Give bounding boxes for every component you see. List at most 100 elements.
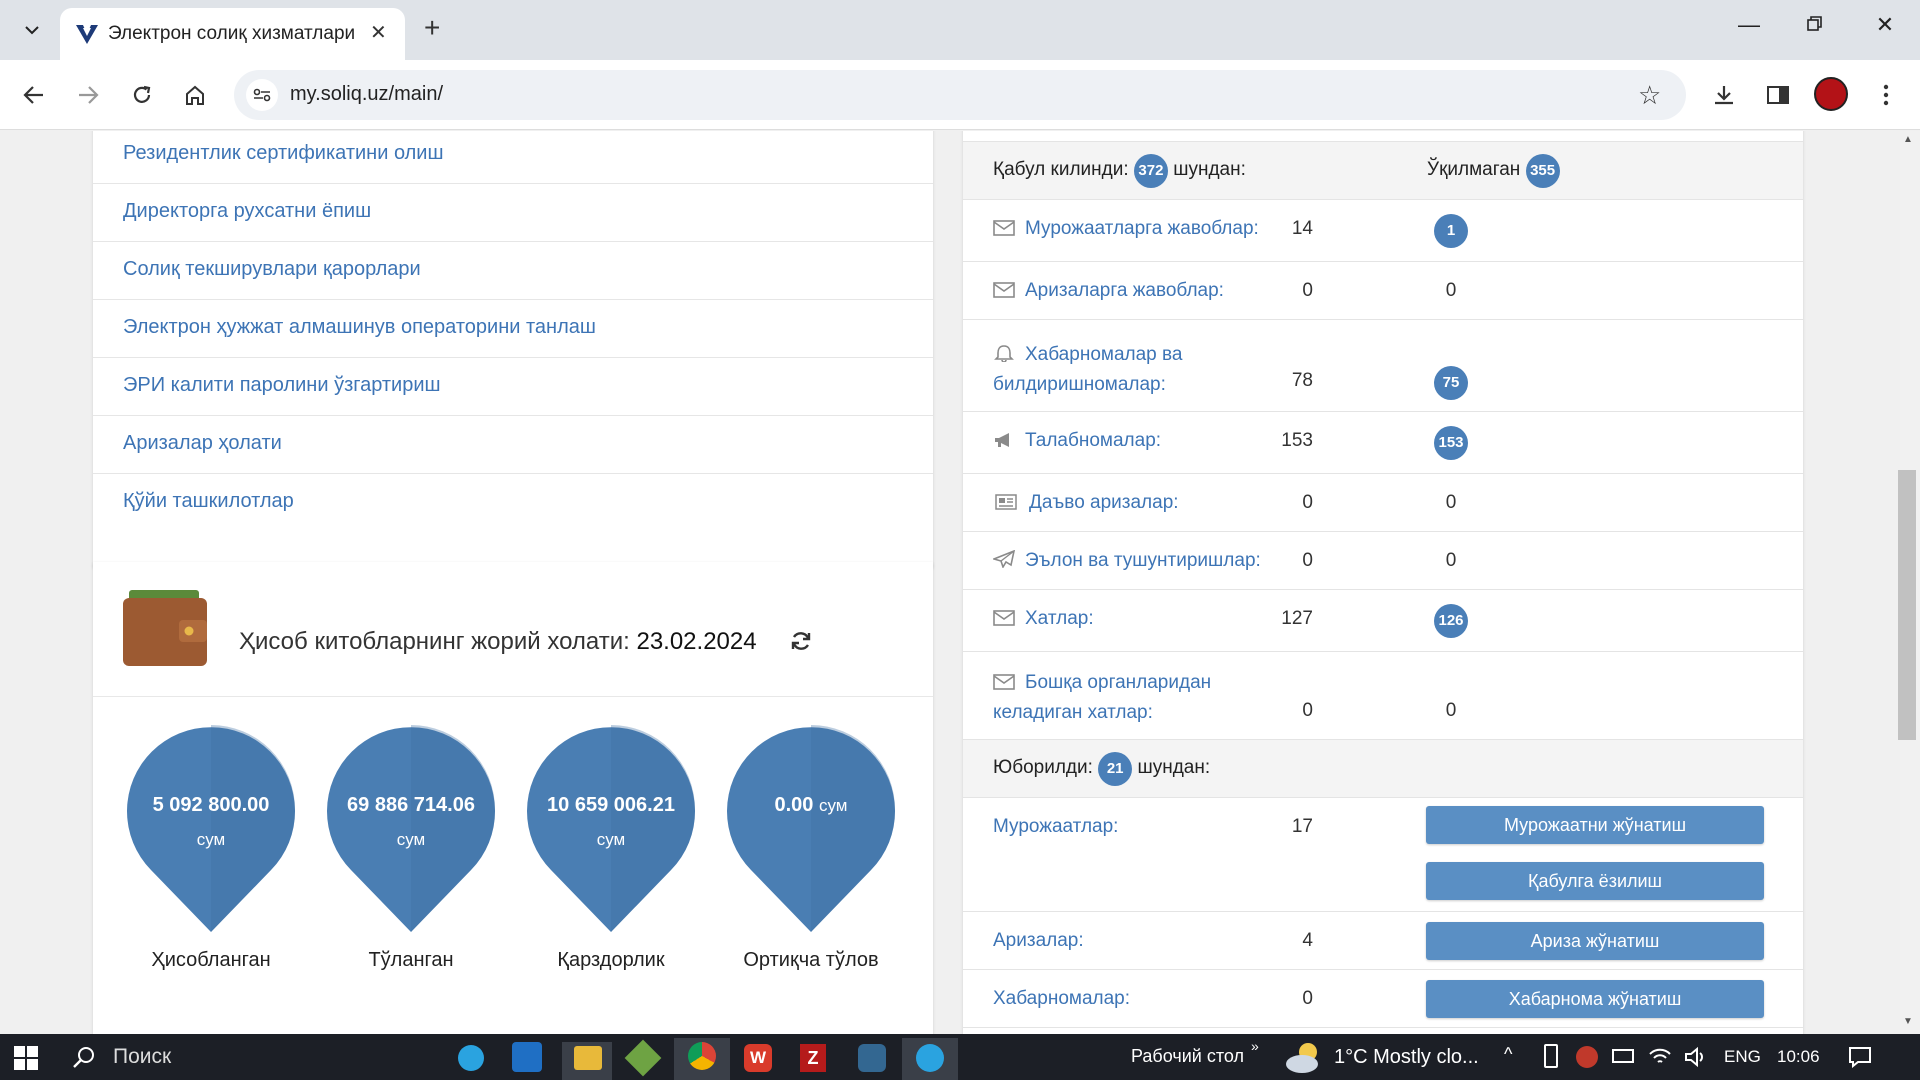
row-label[interactable]: Хатлар: — [993, 608, 1094, 630]
file-explorer-icon[interactable] — [574, 1046, 602, 1070]
envelope-icon — [993, 610, 1015, 626]
menu-item-label[interactable]: ЭРИ калити паролини ўзгартириш — [123, 374, 441, 397]
drop-label: Ортиқча тўлов — [743, 949, 879, 971]
browser-tab[interactable]: Электрон солиқ хизматлари ✕ — [60, 8, 405, 60]
wps-icon[interactable]: W — [744, 1044, 772, 1072]
row-label-text[interactable]: Эълон ва тушунтиришлар: — [1025, 550, 1261, 571]
menu-item[interactable]: Резидентлик сертификатини олиш — [93, 131, 933, 184]
restore-button[interactable] — [1795, 12, 1835, 38]
postgresql-icon[interactable] — [858, 1044, 886, 1072]
desktop-toolbar-label[interactable]: Рабочий стол — [1131, 1046, 1244, 1067]
side-panel-button[interactable] — [1760, 77, 1796, 113]
reload-button[interactable] — [124, 77, 160, 113]
menu-item-label[interactable]: Директорга рухсатни ёпиш — [123, 200, 371, 223]
menu-item[interactable]: ЭРИ калити паролини ўзгартириш — [93, 358, 933, 416]
minimize-button[interactable]: — — [1729, 12, 1769, 38]
menu-item[interactable]: Қўйи ташкилотлар — [93, 474, 933, 532]
menu-item-label[interactable]: Аризалар ҳолати — [123, 432, 282, 455]
site-info-icon[interactable] — [246, 79, 278, 111]
profile-avatar[interactable] — [1814, 77, 1848, 111]
sent-row-label[interactable]: Мурожаатлар: — [993, 816, 1118, 838]
downloads-button[interactable] — [1706, 77, 1742, 113]
row-label-text[interactable]: Талабномалар: — [1025, 430, 1161, 451]
language-indicator[interactable]: ENG — [1724, 1047, 1761, 1067]
back-button[interactable] — [16, 77, 52, 113]
received-row[interactable]: Бошқа органларидан келадиган хатлар: 0 0 — [963, 652, 1803, 740]
menu-item-label[interactable]: Электрон ҳужжат алмашинув операторини та… — [123, 316, 596, 339]
send-appeal-button[interactable]: Мурожаатни жўнатиш — [1426, 806, 1764, 844]
sent-row-label[interactable]: Хабарномалар: — [993, 988, 1130, 1010]
git-icon[interactable] — [624, 1039, 662, 1077]
tab-search-button[interactable] — [12, 10, 52, 50]
volume-icon[interactable] — [1684, 1046, 1706, 1068]
sent-row-label[interactable]: Аризалар: — [993, 930, 1084, 952]
menu-item-label[interactable]: Солиқ текширувлари қарорлари — [123, 258, 421, 281]
browser-menu-button[interactable] — [1868, 77, 1904, 113]
windows-start-icon[interactable] — [14, 1046, 38, 1070]
menu-item[interactable]: Аризалар ҳолати — [93, 416, 933, 474]
menu-item-label[interactable]: Резидентлик сертификатини олиш — [123, 142, 444, 165]
chrome-icon[interactable] — [688, 1042, 716, 1070]
received-row[interactable]: Эълон ва тушунтиришлар: 0 0 — [963, 532, 1803, 590]
row-label[interactable]: Даъво аризалар: — [993, 492, 1179, 514]
scroll-up-icon[interactable]: ▲ — [1903, 134, 1913, 145]
usb-icon[interactable] — [1544, 1044, 1558, 1068]
row-label-text[interactable]: Даъво аризалар: — [1029, 492, 1179, 513]
row-label[interactable]: Талабномалар: — [993, 430, 1161, 452]
telegram-icon[interactable] — [916, 1044, 944, 1072]
browser-toolbar: my.soliq.uz/main/ ☆ — [0, 60, 1920, 130]
row-label[interactable]: Хабарномалар ва билдиришномалар: — [993, 340, 1182, 400]
wifi-icon[interactable] — [1648, 1046, 1672, 1068]
row-label[interactable]: Эълон ва тушунтиришлар: — [993, 550, 1261, 572]
search-icon[interactable] — [72, 1046, 96, 1070]
received-row[interactable]: Хатлар: 127 126 — [963, 590, 1803, 652]
received-row[interactable]: Талабномалар: 153 153 — [963, 412, 1803, 474]
received-row[interactable]: Аризаларга жавоблар: 0 0 — [963, 262, 1803, 320]
row-label-text[interactable]: Хабарномалар ва — [1025, 344, 1182, 365]
address-bar[interactable]: my.soliq.uz/main/ ☆ — [234, 70, 1686, 120]
tab-close-icon[interactable]: ✕ — [370, 20, 387, 45]
row-label[interactable]: Бошқа органларидан келадиган хатлар: — [993, 668, 1211, 728]
received-row[interactable]: Даъво аризалар: 0 0 — [963, 474, 1803, 532]
sent-header: Юборилди: 21 шундан: — [963, 740, 1803, 798]
antivirus-icon[interactable] — [1576, 1046, 1598, 1068]
menu-item[interactable]: Электрон ҳужжат алмашинув операторини та… — [93, 300, 933, 358]
menu-item-label[interactable]: Қўйи ташкилотлар — [123, 490, 294, 513]
new-tab-button[interactable]: + — [424, 12, 440, 44]
row-label-text[interactable]: Хатлар: — [1025, 608, 1094, 629]
telegram-icon[interactable] — [458, 1045, 484, 1071]
vscode-icon[interactable] — [512, 1042, 542, 1072]
battery-icon[interactable] — [1612, 1049, 1634, 1063]
row-label-text-line2[interactable]: келадиган хатлар: — [993, 702, 1153, 723]
bookmark-star-icon[interactable]: ☆ — [1638, 80, 1661, 111]
url-text[interactable]: my.soliq.uz/main/ — [290, 83, 443, 106]
row-label-text[interactable]: Бошқа органларидан — [1025, 672, 1211, 693]
received-row[interactable]: Мурожаатларга жавоблар: 14 1 — [963, 200, 1803, 262]
forward-button[interactable] — [70, 77, 106, 113]
home-button[interactable] — [177, 77, 213, 113]
send-application-button[interactable]: Ариза жўнатиш — [1426, 922, 1764, 960]
row-label-text[interactable]: Аризаларга жавоблар: — [1025, 280, 1224, 301]
row-label[interactable]: Мурожаатларга жавоблар: — [993, 218, 1259, 240]
close-window-button[interactable]: ✕ — [1865, 12, 1905, 38]
weather-cloud-icon[interactable] — [1284, 1040, 1324, 1074]
row-label-text-line2[interactable]: билдиришномалар: — [993, 374, 1166, 395]
refresh-icon[interactable] — [790, 630, 812, 652]
menu-item[interactable]: Солиқ текширувлари қарорлари — [93, 242, 933, 300]
send-notification-button[interactable]: Хабарнома жўнатиш — [1426, 980, 1764, 1018]
chevron-right-icon[interactable]: » — [1251, 1038, 1259, 1054]
weather-text[interactable]: 1°C Mostly clo... — [1334, 1046, 1479, 1069]
row-label[interactable]: Аризаларга жавоблар: — [993, 280, 1224, 302]
menu-item[interactable]: Директорга рухсатни ёпиш — [93, 184, 933, 242]
filezilla-icon[interactable]: Z — [800, 1044, 826, 1072]
received-row[interactable]: Хабарномалар ва билдиришномалар: 78 75 — [963, 320, 1803, 412]
received-summary: Қабул килинди: 372 шундан: — [993, 154, 1246, 188]
scrollbar-thumb[interactable] — [1898, 470, 1916, 740]
scroll-down-icon[interactable]: ▼ — [1903, 1016, 1913, 1027]
book-appointment-button[interactable]: Қабулга ёзилиш — [1426, 862, 1764, 900]
taskbar-search-label[interactable]: Поиск — [113, 1045, 171, 1069]
clock[interactable]: 10:06 — [1777, 1047, 1820, 1067]
notification-icon[interactable] — [1848, 1046, 1872, 1068]
chevron-up-icon[interactable]: ^ — [1504, 1044, 1512, 1065]
row-label-text[interactable]: Мурожаатларга жавоблар: — [1025, 218, 1259, 239]
